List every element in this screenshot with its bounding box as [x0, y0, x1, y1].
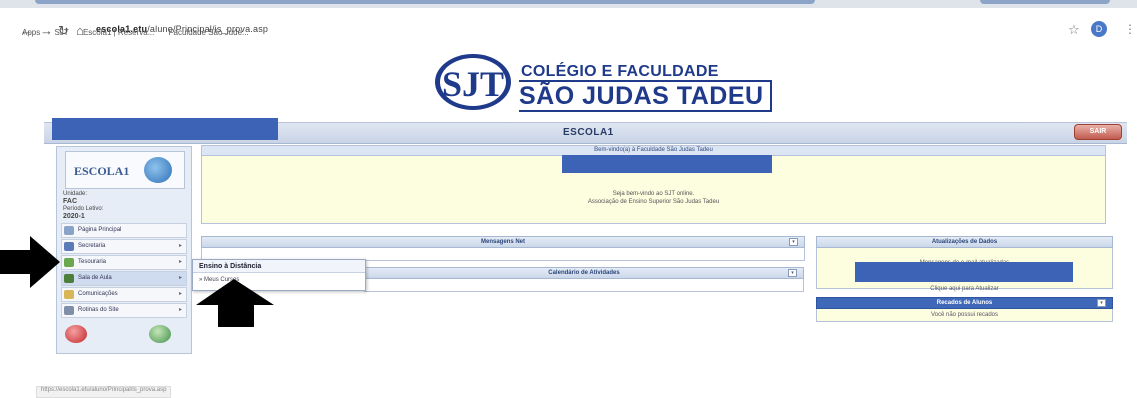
settings-icon	[64, 306, 74, 315]
globe-icon	[144, 157, 172, 183]
active-tab[interactable]	[35, 0, 815, 4]
collapse-icon[interactable]: ▾	[788, 269, 797, 277]
chevron-right-icon: ▸	[178, 275, 182, 281]
sidebar: ESCOLA1 Unidade: FAC Período Letivo: 202…	[56, 146, 192, 354]
chevron-right-icon: ▸	[178, 307, 182, 313]
folder-icon	[64, 242, 74, 251]
escola1-logo: ESCOLA1	[65, 151, 185, 189]
home-icon	[64, 226, 74, 235]
sidebar-item-label: Sala de Aula	[78, 275, 112, 281]
browser-status-bar: https://escola1.etu/aluno/Principal/is_p…	[36, 386, 172, 398]
logo-monogram: SJT	[442, 64, 504, 104]
bookmark-star-icon[interactable]: ☆	[1068, 22, 1080, 38]
redacted-student-name	[562, 155, 772, 173]
sidebar-menu: Página Principal Secretaria ▸ Tesouraria…	[61, 223, 187, 319]
sidebar-item-sala-de-aula[interactable]: Sala de Aula ▸	[61, 271, 187, 286]
submenu-item-ensino-a-distancia[interactable]: Ensino à Distância	[193, 260, 365, 273]
browser-tab-strip	[0, 0, 1137, 8]
mensagens-title: Mensagens Net	[480, 239, 525, 245]
sidebar-item-secretaria[interactable]: Secretaria ▸	[61, 239, 187, 254]
browser-menu-icon[interactable]: ⋮	[1124, 22, 1136, 36]
sidebar-item-pagina-principal[interactable]: Página Principal	[61, 223, 187, 238]
redacted-email	[855, 262, 1073, 282]
annotation-arrow-right-icon	[0, 236, 60, 288]
chevron-right-icon: ▸	[178, 291, 182, 297]
bookmark-faculdade[interactable]: Faculdade São Jude...	[169, 28, 249, 37]
bookmarks-bar: Apps SJT Escola1 | Reserva... Faculdade …	[22, 28, 261, 40]
refresh-icon[interactable]	[149, 325, 171, 343]
profile-avatar[interactable]: D	[1091, 21, 1107, 37]
sidebar-item-label: Comunicações	[78, 291, 118, 297]
collapse-icon[interactable]: ▾	[789, 238, 798, 246]
power-icon[interactable]	[65, 325, 87, 343]
unit-value: FAC	[63, 198, 77, 205]
bookmark-apps[interactable]: Apps	[22, 28, 40, 37]
update-data-panel: Atualizações de Dados Mensagens de e-mai…	[816, 236, 1113, 292]
recados-header: Recados de Alunos ▾	[816, 297, 1113, 309]
welcome-line1: Seja bem-vindo ao SJT online.	[612, 191, 695, 197]
escola1-logo-text: ESCOLA1	[74, 164, 130, 178]
sidebar-item-label: Rotinas do Site	[78, 307, 119, 313]
header-brand: ESCOLA1	[563, 127, 614, 138]
mail-icon	[64, 290, 74, 299]
browser-tab[interactable]	[980, 0, 1110, 4]
logo-line2: SÃO JUDAS TADEU	[519, 80, 772, 112]
recados-body: Você não possui recados	[816, 309, 1113, 322]
calendario-title: Calendário de Atividades	[548, 270, 620, 276]
bookmark-sjt[interactable]: SJT	[54, 28, 68, 37]
mensagens-header[interactable]: Mensagens Net ▾	[201, 236, 805, 248]
sidebar-item-comunicacoes[interactable]: Comunicações ▸	[61, 287, 187, 302]
calendario-panel: Calendário de Atividades ▾	[364, 267, 804, 292]
calendario-body	[364, 279, 804, 292]
update-data-link[interactable]: Clique aqui para Atualizar	[817, 286, 1112, 292]
sidebar-item-label: Tesouraria	[78, 259, 107, 265]
period-value: 2020-1	[63, 213, 85, 220]
sidebar-item-tesouraria[interactable]: Tesouraria ▸	[61, 255, 187, 270]
sidebar-item-label: Página Principal	[78, 227, 122, 233]
update-data-header: Atualizações de Dados	[816, 236, 1113, 248]
sidebar-item-label: Secretaria	[78, 243, 106, 249]
redacted-user-name	[52, 118, 278, 140]
annotation-arrow-up-icon	[196, 279, 274, 327]
logo-line1: COLÉGIO E FACULDADE	[521, 63, 719, 80]
unit-label: Unidade:	[63, 191, 88, 197]
sidebar-info: Unidade: FAC Período Letivo: 2020-1	[63, 191, 103, 221]
classroom-icon	[64, 274, 74, 283]
sidebar-action-buttons	[61, 323, 187, 347]
logout-button[interactable]: SAIR	[1074, 124, 1122, 140]
calendario-header[interactable]: Calendário de Atividades ▾	[364, 267, 804, 279]
update-data-body: Mensagens de e-mail atualizadas Clique a…	[816, 248, 1113, 292]
money-icon	[64, 258, 74, 267]
welcome-panel: Bem-vindo(a) à Faculdade São Judas Tadeu…	[201, 145, 1106, 224]
site-logo: SJT COLÉGIO E FACULDADE SÃO JUDAS TADEU	[433, 52, 793, 112]
recados-title: Recados de Alunos	[936, 300, 993, 306]
sjt-shield-logo: SJT	[435, 54, 511, 110]
bookmark-escola1[interactable]: Escola1 | Reserva...	[83, 28, 154, 37]
chevron-right-icon: ▸	[178, 259, 182, 265]
mensagens-panel: Mensagens Net ▾	[201, 236, 805, 261]
sidebar-item-rotinas-do-site[interactable]: Rotinas do Site ▸	[61, 303, 187, 318]
welcome-line2: Associação de Ensino Superior São Judas …	[587, 199, 720, 205]
period-label: Período Letivo:	[63, 206, 104, 212]
chevron-right-icon: ▸	[178, 243, 182, 249]
collapse-icon[interactable]: ▾	[1097, 299, 1106, 307]
recados-panel: Recados de Alunos ▾ Você não possui reca…	[816, 297, 1113, 322]
